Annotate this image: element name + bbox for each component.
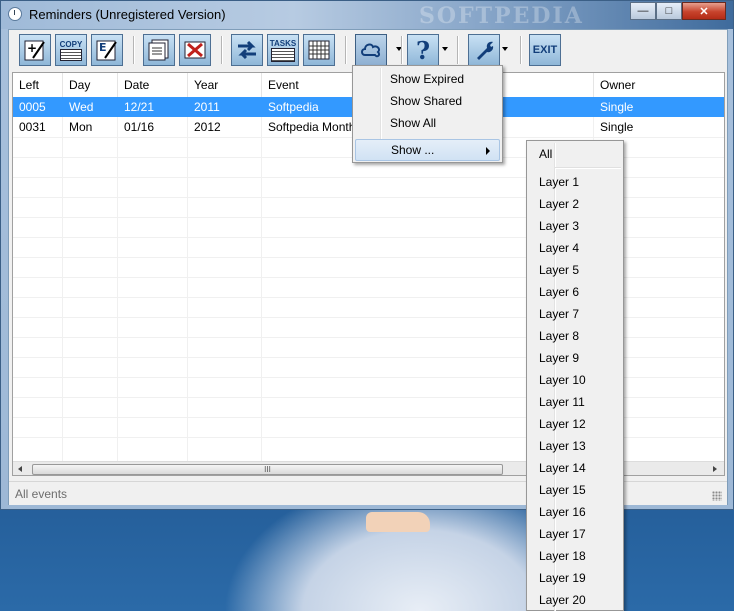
help-button[interactable]: ? [407,34,439,66]
submenu-item-layer[interactable]: Layer 4 [529,237,621,259]
document-list-icon [148,39,169,61]
pen-plus-icon: + [24,40,45,61]
window-title: Reminders (Unregistered Version) [29,7,226,22]
submenu-item-layer[interactable]: Layer 7 [529,303,621,325]
cell-left: 0005 [19,100,46,114]
window-controls: — □ ✕ [630,2,726,20]
submenu-item-layer[interactable]: Layer 10 [529,369,621,391]
menu-item-show-expired[interactable]: Show Expired [355,68,500,90]
submenu-item-layer[interactable]: Layer 8 [529,325,621,347]
submenu-item-layer[interactable]: Layer 12 [529,413,621,435]
scroll-thumb[interactable]: III [32,464,503,475]
toolbar-separator [520,36,522,64]
submenu-item-layer[interactable]: Layer 17 [529,523,621,545]
title-bar[interactable]: Reminders (Unregistered Version) SOFTPED… [1,1,733,29]
submenu-item-layer[interactable]: Layer 5 [529,259,621,281]
question-mark-icon: ? [415,35,431,65]
exit-label: EXIT [532,44,558,56]
cell-date: 12/21 [124,100,155,114]
tasks-label: TASKS [269,38,297,48]
cloud-icon [361,43,381,58]
print-button[interactable] [143,34,175,66]
cell-left: 0031 [19,120,46,134]
submenu-item-all[interactable]: All [529,143,621,165]
copy-label: COPY [59,39,83,49]
desktop-wallpaper-decoration [366,512,430,532]
resize-grip[interactable] [712,491,722,501]
grid-line [261,97,262,467]
edit-icon: E [96,40,117,61]
column-header-left[interactable]: Left [13,73,63,97]
delete-icon [184,41,206,59]
submenu-item-layer[interactable]: Layer 15 [529,479,621,501]
submenu-item-layer[interactable]: Layer 20 [529,589,621,611]
submenu-arrow-icon [486,147,490,155]
submenu-item-layer[interactable]: Layer 16 [529,501,621,523]
column-header-day[interactable]: Day [63,73,118,97]
submenu-item-layer[interactable]: Layer 19 [529,567,621,589]
toolbar-separator [401,36,403,64]
view-filter-button[interactable] [355,34,387,66]
column-header-date[interactable]: Date [118,73,188,97]
grid-line [187,97,188,467]
submenu-item-layer[interactable]: Layer 14 [529,457,621,479]
toolbar-separator [133,36,135,64]
copy-icon: COPY [59,39,83,61]
scroll-right-arrow[interactable] [713,466,717,472]
toolbar: + COPY E TASKS ? EXIT [9,30,727,70]
menu-item-show-all[interactable]: Show All [355,112,500,134]
submenu-item-layer[interactable]: Layer 6 [529,281,621,303]
status-text: All events [15,487,68,501]
settings-button[interactable] [468,34,500,66]
menu-item-show-submenu[interactable]: Show ... [355,139,500,161]
tasks-icon: TASKS [269,38,297,62]
swap-arrows-icon [238,40,256,60]
delete-button[interactable] [179,34,211,66]
cell-day: Mon [69,120,93,134]
settings-dropdown-arrow[interactable] [502,47,508,51]
menu-separator [555,167,621,169]
wrench-icon [477,41,494,60]
grid-line [117,97,118,467]
cell-date: 01/16 [124,120,155,134]
close-button[interactable]: ✕ [682,2,726,20]
grid-calendar-icon [308,40,330,60]
new-reminder-button[interactable]: + [19,34,51,66]
menu-item-show-label: Show ... [391,143,435,157]
tasks-button[interactable]: TASKS [267,34,299,66]
help-dropdown-arrow[interactable] [442,47,448,51]
svg-text:E: E [99,41,107,54]
toolbar-separator [221,36,223,64]
submenu-item-layer[interactable]: Layer 18 [529,545,621,567]
submenu-item-layer[interactable]: Layer 11 [529,391,621,413]
submenu-item-layer[interactable]: Layer 3 [529,215,621,237]
column-header-year[interactable]: Year [188,73,262,97]
show-submenu: All Layer 1 Layer 2 Layer 3 Layer 4 Layer 5L… [526,140,624,611]
toolbar-separator [457,36,459,64]
cell-owner: Single [600,100,634,114]
watermark-text: SOFTPEDIA [419,3,584,29]
exit-button[interactable]: EXIT [529,34,561,66]
cell-year: 2012 [194,120,221,134]
view-filter-menu: Show Expired Show Shared Show All Show .… [352,65,503,163]
swap-button[interactable] [231,34,263,66]
minimize-button[interactable]: — [630,2,656,20]
submenu-item-layer[interactable]: Layer 2 [529,193,621,215]
calendar-button[interactable] [303,34,335,66]
toolbar-separator [345,36,347,64]
copy-button[interactable]: COPY [55,34,87,66]
submenu-item-layer[interactable]: Layer 1 [529,171,621,193]
submenu-item-layer[interactable]: Layer 9 [529,347,621,369]
cell-year: 2011 [194,100,220,114]
clock-icon[interactable] [8,7,22,21]
maximize-button[interactable]: □ [656,2,682,20]
column-header-owner[interactable]: Owner [594,73,724,97]
grid-line [62,97,63,467]
cell-owner: Single [600,120,634,134]
submenu-item-layer[interactable]: Layer 13 [529,435,621,457]
cell-day: Wed [69,100,94,114]
scroll-left-arrow[interactable] [18,466,22,472]
menu-item-show-shared[interactable]: Show Shared [355,90,500,112]
edit-button[interactable]: E [91,34,123,66]
